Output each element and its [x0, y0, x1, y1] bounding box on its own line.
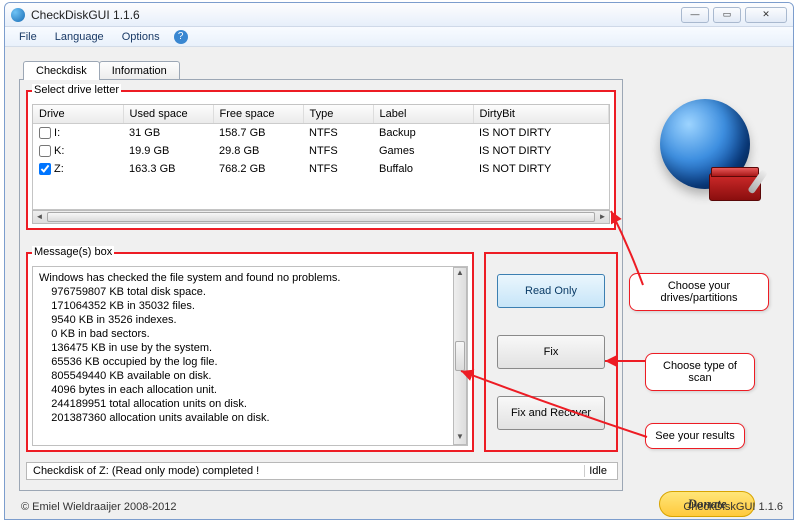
cell-type: NTFS — [303, 124, 373, 143]
cell-used: 31 GB — [123, 124, 213, 143]
cell-free: 158.7 GB — [213, 124, 303, 143]
cell-dirty: IS NOT DIRTY — [473, 142, 609, 160]
scroll-down-icon[interactable]: ▼ — [454, 432, 466, 444]
horizontal-scrollbar[interactable]: ◄ ► — [32, 210, 610, 224]
cell-free: 29.8 GB — [213, 142, 303, 160]
scroll-thumb-v[interactable] — [455, 341, 465, 371]
cell-free: 768.2 GB — [213, 160, 303, 178]
titlebar: CheckDiskGUI 1.1.6 ― ▭ ✕ — [5, 3, 793, 27]
drive-checkbox[interactable] — [39, 163, 51, 175]
messages-group-label: Message(s) box — [32, 246, 114, 258]
minimize-button[interactable]: ― — [681, 7, 709, 23]
table-row[interactable]: Z:163.3 GB768.2 GBNTFSBuffaloIS NOT DIRT… — [33, 160, 609, 178]
callout-scan: Choose type of scan — [645, 353, 755, 391]
globe-icon — [660, 99, 755, 194]
cell-used: 163.3 GB — [123, 160, 213, 178]
fix-button[interactable]: Fix — [497, 335, 605, 369]
table-row[interactable]: K:19.9 GB29.8 GBNTFSGamesIS NOT DIRTY — [33, 142, 609, 160]
footer-version: CheckDiskGUI 1.1.6 — [683, 501, 783, 513]
drive-checkbox[interactable] — [39, 127, 51, 139]
menu-file[interactable]: File — [11, 29, 45, 45]
scan-buttons-group: Read Only Fix Fix and Recover — [484, 252, 618, 452]
status-text: Checkdisk of Z: (Read only mode) complet… — [33, 465, 259, 477]
messages-group: Message(s) box Windows has checked the f… — [26, 252, 474, 452]
col-drive[interactable]: Drive — [33, 105, 123, 124]
app-icon — [11, 8, 25, 22]
toolbox-icon — [709, 159, 765, 201]
cell-label: Backup — [373, 124, 473, 143]
footer: © Emiel Wieldraaijer 2008-2012 CheckDisk… — [21, 501, 783, 513]
drive-checkbox[interactable] — [39, 145, 51, 157]
fix-recover-button[interactable]: Fix and Recover — [497, 396, 605, 430]
read-only-button[interactable]: Read Only — [497, 274, 605, 308]
cell-type: NTFS — [303, 142, 373, 160]
tab-panel: Select drive letter Drive Used space Fre… — [19, 79, 623, 491]
drive-table: Drive Used space Free space Type Label D… — [32, 104, 610, 210]
vertical-scrollbar[interactable]: ▲ ▼ — [453, 267, 467, 445]
status-bar: Checkdisk of Z: (Read only mode) complet… — [26, 462, 618, 480]
cell-label: Games — [373, 142, 473, 160]
callout-drives: Choose your drives/partitions — [629, 273, 769, 311]
cell-dirty: IS NOT DIRTY — [473, 124, 609, 143]
menu-language[interactable]: Language — [47, 29, 112, 45]
app-window: CheckDiskGUI 1.1.6 ― ▭ ✕ File Language O… — [4, 2, 794, 520]
cell-label: Buffalo — [373, 160, 473, 178]
menubar: File Language Options ? — [5, 27, 793, 47]
col-used[interactable]: Used space — [123, 105, 213, 124]
cell-used: 19.9 GB — [123, 142, 213, 160]
right-pane — [629, 87, 785, 194]
cell-dirty: IS NOT DIRTY — [473, 160, 609, 178]
col-type[interactable]: Type — [303, 105, 373, 124]
scroll-up-icon[interactable]: ▲ — [454, 268, 466, 280]
tab-checkdisk[interactable]: Checkdisk — [23, 61, 100, 80]
tab-information[interactable]: Information — [99, 61, 180, 80]
col-free[interactable]: Free space — [213, 105, 303, 124]
callout-results: See your results — [645, 423, 745, 449]
maximize-button[interactable]: ▭ — [713, 7, 741, 23]
close-button[interactable]: ✕ — [745, 7, 787, 23]
table-row[interactable]: I:31 GB158.7 GBNTFSBackupIS NOT DIRTY — [33, 124, 609, 143]
copyright-text: © Emiel Wieldraaijer 2008-2012 — [21, 501, 176, 513]
scroll-thumb[interactable] — [47, 212, 595, 222]
menu-options[interactable]: Options — [114, 29, 168, 45]
drives-group-label: Select drive letter — [32, 84, 121, 96]
scroll-left-icon[interactable]: ◄ — [33, 211, 46, 223]
messages-textarea[interactable]: Windows has checked the file system and … — [32, 266, 468, 446]
col-label[interactable]: Label — [373, 105, 473, 124]
status-idle: Idle — [584, 465, 611, 477]
scroll-right-icon[interactable]: ► — [596, 211, 609, 223]
col-dirty[interactable]: DirtyBit — [473, 105, 609, 124]
drives-group: Select drive letter Drive Used space Fre… — [26, 90, 616, 230]
help-icon[interactable]: ? — [174, 30, 188, 44]
window-title: CheckDiskGUI 1.1.6 — [31, 8, 140, 22]
cell-type: NTFS — [303, 160, 373, 178]
